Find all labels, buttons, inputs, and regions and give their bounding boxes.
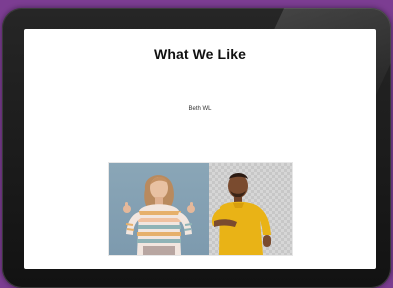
author-name: Beth WL [188, 106, 212, 112]
woman-photo [109, 163, 209, 255]
woman-illustration [123, 175, 195, 255]
man-illustration [211, 173, 271, 255]
man-photo [209, 163, 292, 255]
slide-screen: What We Like Beth WL [24, 29, 376, 269]
photo-strip [108, 162, 293, 256]
page-title: What We Like [154, 46, 246, 62]
tablet-frame: What We Like Beth WL [2, 8, 391, 288]
